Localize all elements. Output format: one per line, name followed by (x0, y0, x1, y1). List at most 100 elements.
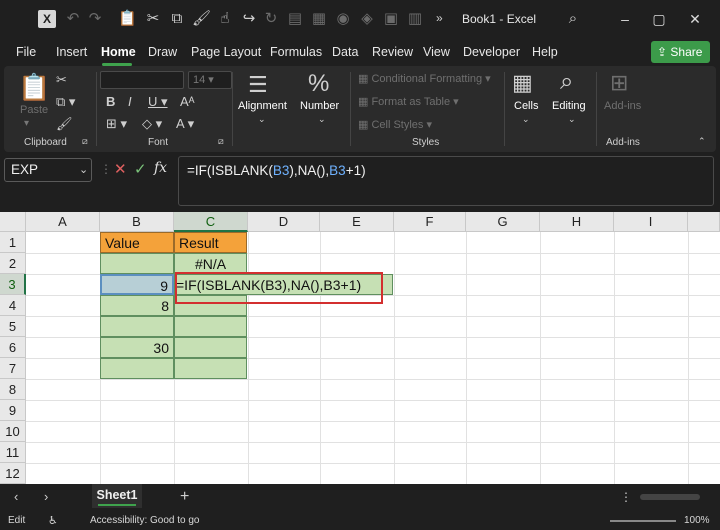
menu-view[interactable]: View (423, 45, 450, 59)
menu-formulas[interactable]: Formulas (270, 45, 322, 59)
cut-icon[interactable]: ✂ (56, 72, 67, 88)
maximize-button[interactable]: ▢ (648, 8, 670, 30)
quick-icon-5[interactable]: ▣ (382, 10, 400, 28)
quick-icon-3[interactable]: ▦ (310, 10, 328, 28)
cells-dropdown-icon[interactable]: ⌄ (522, 114, 530, 125)
paste-large-icon[interactable]: 📋 (18, 72, 50, 103)
add-ins-button[interactable]: Add-ins (604, 100, 641, 112)
font-launcher-icon[interactable]: ⧄ (218, 136, 224, 147)
cell-c2[interactable]: #N/A (174, 253, 247, 274)
font-grow-icon[interactable]: Aᴬ (180, 94, 195, 109)
row-header-9[interactable]: 9 (0, 400, 26, 421)
column-header-j[interactable] (688, 212, 720, 232)
touch-mode-icon[interactable]: ☝ (216, 10, 234, 28)
row-header-3[interactable]: 3 (0, 274, 26, 295)
cell-c1[interactable]: Result (174, 232, 247, 253)
column-header-a[interactable]: A (26, 212, 100, 232)
row-header-1[interactable]: 1 (0, 232, 26, 253)
row-header-7[interactable]: 7 (0, 358, 26, 379)
cell-styles-button[interactable]: ▦ Cell Styles ▾ (358, 118, 432, 131)
row-header-5[interactable]: 5 (0, 316, 26, 337)
cell-b5[interactable] (100, 316, 174, 337)
menu-file[interactable]: File (16, 45, 36, 59)
cell-b2[interactable] (100, 253, 174, 274)
row-header-11[interactable]: 11 (0, 442, 26, 463)
paste-label[interactable]: Paste (20, 104, 48, 116)
bold-icon[interactable]: B (106, 94, 115, 109)
number-percent-icon[interactable]: % (308, 70, 329, 98)
redo-arrow-icon[interactable]: ↪ (240, 10, 258, 28)
format-as-table-button[interactable]: ▦ Format as Table ▾ (358, 95, 459, 108)
row-header-6[interactable]: 6 (0, 337, 26, 358)
menu-data[interactable]: Data (332, 45, 358, 59)
conditional-formatting-button[interactable]: ▦ Conditional Formatting ▾ (358, 72, 491, 85)
paste-icon[interactable]: 📋 (118, 10, 137, 28)
search-icon[interactable]: ⌕ (564, 10, 582, 28)
horizontal-scrollbar[interactable] (640, 494, 700, 500)
clipboard-launcher-icon[interactable]: ⧄ (82, 136, 88, 147)
column-header-h[interactable]: H (540, 212, 614, 232)
editing-dropdown-icon[interactable]: ⌄ (568, 114, 576, 125)
format-painter-icon[interactable]: 🖌 (192, 10, 211, 28)
alignment-icon[interactable]: ☰ (248, 72, 268, 98)
redo-icon[interactable]: ↷ (86, 10, 104, 28)
format-painter-icon[interactable]: 🖌 (56, 116, 73, 132)
row-header-4[interactable]: 4 (0, 295, 26, 316)
cell-b4[interactable]: 8 (100, 295, 174, 316)
menu-review[interactable]: Review (372, 45, 413, 59)
zoom-level[interactable]: 100% (684, 515, 710, 526)
accessibility-icon[interactable]: ♿ (48, 514, 58, 527)
row-header-12[interactable]: 12 (0, 463, 26, 484)
column-header-g[interactable]: G (466, 212, 540, 232)
enter-icon[interactable]: ✓ (134, 160, 147, 178)
editing-search-icon[interactable]: ⌕ (560, 68, 573, 96)
row-header-10[interactable]: 10 (0, 421, 26, 442)
font-color-icon[interactable]: A ▾ (176, 116, 194, 132)
name-box[interactable]: EXP ⌄ (4, 158, 92, 182)
cell-b6[interactable]: 30 (100, 337, 174, 358)
select-all-corner[interactable] (0, 212, 26, 232)
italic-icon[interactable]: I (128, 94, 132, 109)
zoom-slider[interactable] (610, 520, 676, 522)
cells-icon[interactable]: ▦ (512, 70, 533, 96)
cell-c5[interactable] (174, 316, 247, 337)
cell-c6[interactable] (174, 337, 247, 358)
add-ins-icon[interactable]: ⊞ (610, 70, 628, 96)
formula-input[interactable]: =IF(ISBLANK(B3),NA(),B3+1) (178, 156, 714, 206)
more-commands-icon[interactable]: » (436, 11, 443, 25)
cells-button[interactable]: Cells (514, 100, 538, 112)
editing-button[interactable]: Editing (552, 100, 586, 112)
menu-page-layout[interactable]: Page Layout (191, 45, 261, 59)
sheet-options-icon[interactable]: ⋮ (620, 490, 632, 504)
row-header-8[interactable]: 8 (0, 379, 26, 400)
quick-icon-6[interactable]: ▥ (406, 10, 424, 28)
column-header-f[interactable]: F (394, 212, 466, 232)
cancel-icon[interactable]: ✕ (114, 160, 127, 178)
share-button[interactable]: ⇪ Share ▾ (651, 41, 710, 81)
row-header-2[interactable]: 2 (0, 253, 26, 274)
camera-icon[interactable]: ◉ (334, 10, 352, 28)
accessibility-status[interactable]: Accessibility: Good to go (90, 515, 200, 526)
menu-developer[interactable]: Developer (463, 45, 520, 59)
close-button[interactable]: ✕ (684, 8, 706, 30)
cut-icon[interactable]: ✂ (144, 10, 162, 28)
insert-function-button[interactable]: fx (154, 160, 167, 176)
add-sheet-button[interactable]: + (180, 488, 189, 506)
underline-icon[interactable]: U ▾ (148, 94, 168, 110)
copy-icon[interactable]: ⧉ ▾ (56, 94, 75, 110)
quick-icon-4[interactable]: ◈ (358, 10, 376, 28)
column-header-d[interactable]: D (248, 212, 320, 232)
cell-b7[interactable] (100, 358, 174, 379)
menu-insert[interactable]: Insert (56, 45, 87, 59)
spreadsheet-grid[interactable]: A B C D E F G H I 1 2 3 4 5 6 7 8 9 10 1… (0, 212, 720, 484)
quick-icon-1[interactable]: ↻ (262, 10, 280, 28)
menu-help[interactable]: Help (532, 45, 558, 59)
number-dropdown-icon[interactable]: ⌄ (318, 114, 326, 125)
paste-dropdown-icon[interactable]: ▾ (24, 118, 29, 129)
alignment-dropdown-icon[interactable]: ⌄ (258, 114, 266, 125)
column-header-i[interactable]: I (614, 212, 688, 232)
name-box-dropdown-icon[interactable]: ⌄ (79, 159, 88, 181)
column-header-e[interactable]: E (320, 212, 394, 232)
font-size-box[interactable]: 14 ▾ (188, 71, 232, 89)
previous-sheet-icon[interactable]: ‹ (14, 489, 18, 504)
